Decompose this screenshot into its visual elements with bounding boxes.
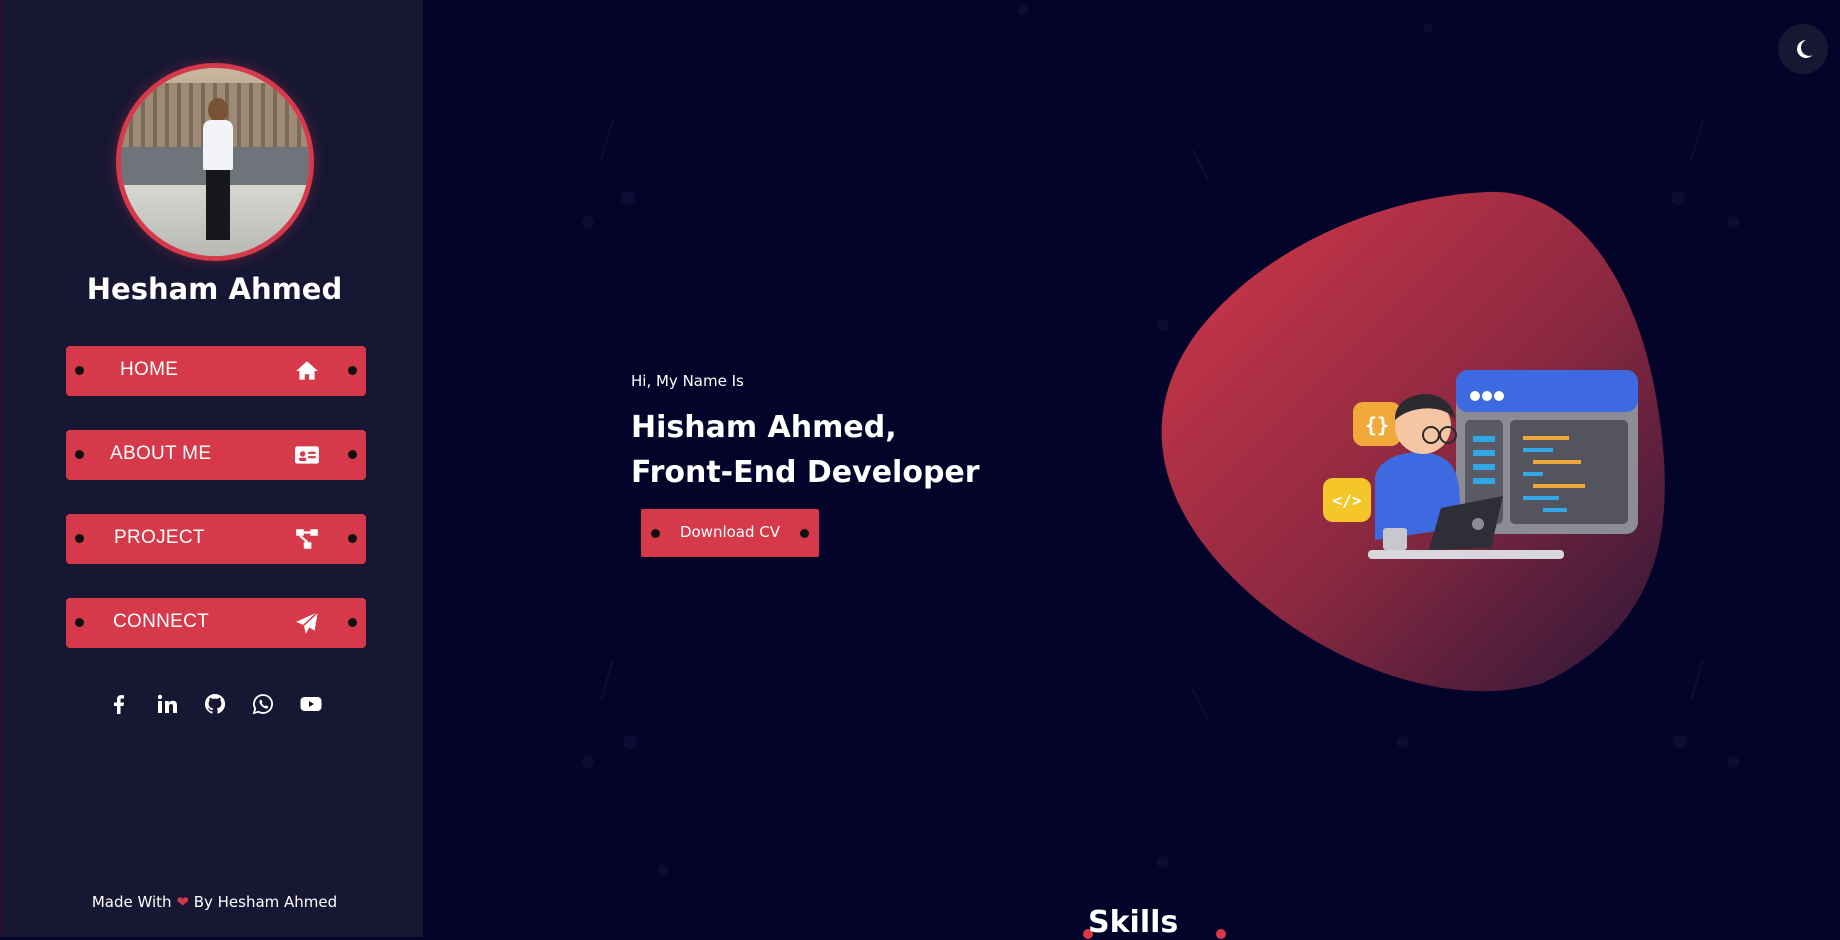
footer-suffix: By Hesham Ahmed: [193, 893, 338, 911]
hero-role-line: Front-End Developer: [631, 455, 980, 490]
footer-credit: Made With ❤ By Hesham Ahmed: [3, 893, 426, 911]
button-dot: [348, 534, 357, 543]
button-dot: [75, 366, 84, 375]
hero-illustration: {} </>: [1161, 191, 1665, 692]
profile-name: Hesham Ahmed: [86, 272, 343, 306]
heart-icon: ❤: [176, 893, 189, 911]
facebook-icon[interactable]: [107, 692, 131, 716]
hero-greeting: Hi, My Name Is: [631, 372, 744, 390]
avatar: [116, 63, 314, 261]
button-dot: [75, 534, 84, 543]
button-dot: [348, 618, 357, 627]
skills-heading: Skills: [1088, 905, 1179, 940]
button-dot: [348, 450, 357, 459]
download-cv-label: Download CV: [679, 523, 781, 541]
hero-name-line: Hisham Ahmed,: [631, 410, 897, 445]
button-dot: [75, 618, 84, 627]
id-card-icon: [295, 446, 319, 464]
github-icon[interactable]: [203, 692, 227, 716]
button-dot: [800, 529, 809, 538]
linkedin-icon[interactable]: [155, 692, 179, 716]
social-links: [3, 692, 426, 716]
sidebar: Hesham Ahmed HOME ABOUT ME PROJECT CONNE…: [0, 0, 423, 937]
button-dot: [75, 450, 84, 459]
main-content: Hi, My Name Is Hisham Ahmed, Front-End D…: [423, 0, 1840, 940]
whatsapp-icon[interactable]: [251, 692, 275, 716]
nav-about-label: ABOUT ME: [110, 443, 212, 464]
nav-connect-label: CONNECT: [113, 611, 210, 632]
theme-toggle-button[interactable]: [1778, 24, 1828, 74]
nav-about-button[interactable]: ABOUT ME: [66, 430, 366, 480]
youtube-icon[interactable]: [299, 692, 323, 716]
moon-icon: [1796, 39, 1813, 58]
button-dot: [348, 366, 357, 375]
download-cv-button[interactable]: Download CV: [641, 509, 819, 557]
nav-home-label: HOME: [120, 359, 179, 380]
footer-prefix: Made With: [91, 893, 172, 911]
skills-dot-right: [1216, 929, 1226, 939]
svg-text:{}: {}: [1365, 413, 1389, 437]
nav-project-label: PROJECT: [114, 527, 205, 548]
project-tree-icon: [296, 529, 318, 549]
paper-plane-icon: [296, 611, 319, 634]
home-icon: [296, 361, 318, 380]
nav-home-button[interactable]: HOME: [66, 346, 366, 396]
hero-headline: Hisham Ahmed, Front-End Developer: [631, 405, 980, 495]
nav-project-button[interactable]: PROJECT: [66, 514, 366, 564]
svg-text:</>: </>: [1333, 491, 1362, 510]
nav-connect-button[interactable]: CONNECT: [66, 598, 366, 648]
